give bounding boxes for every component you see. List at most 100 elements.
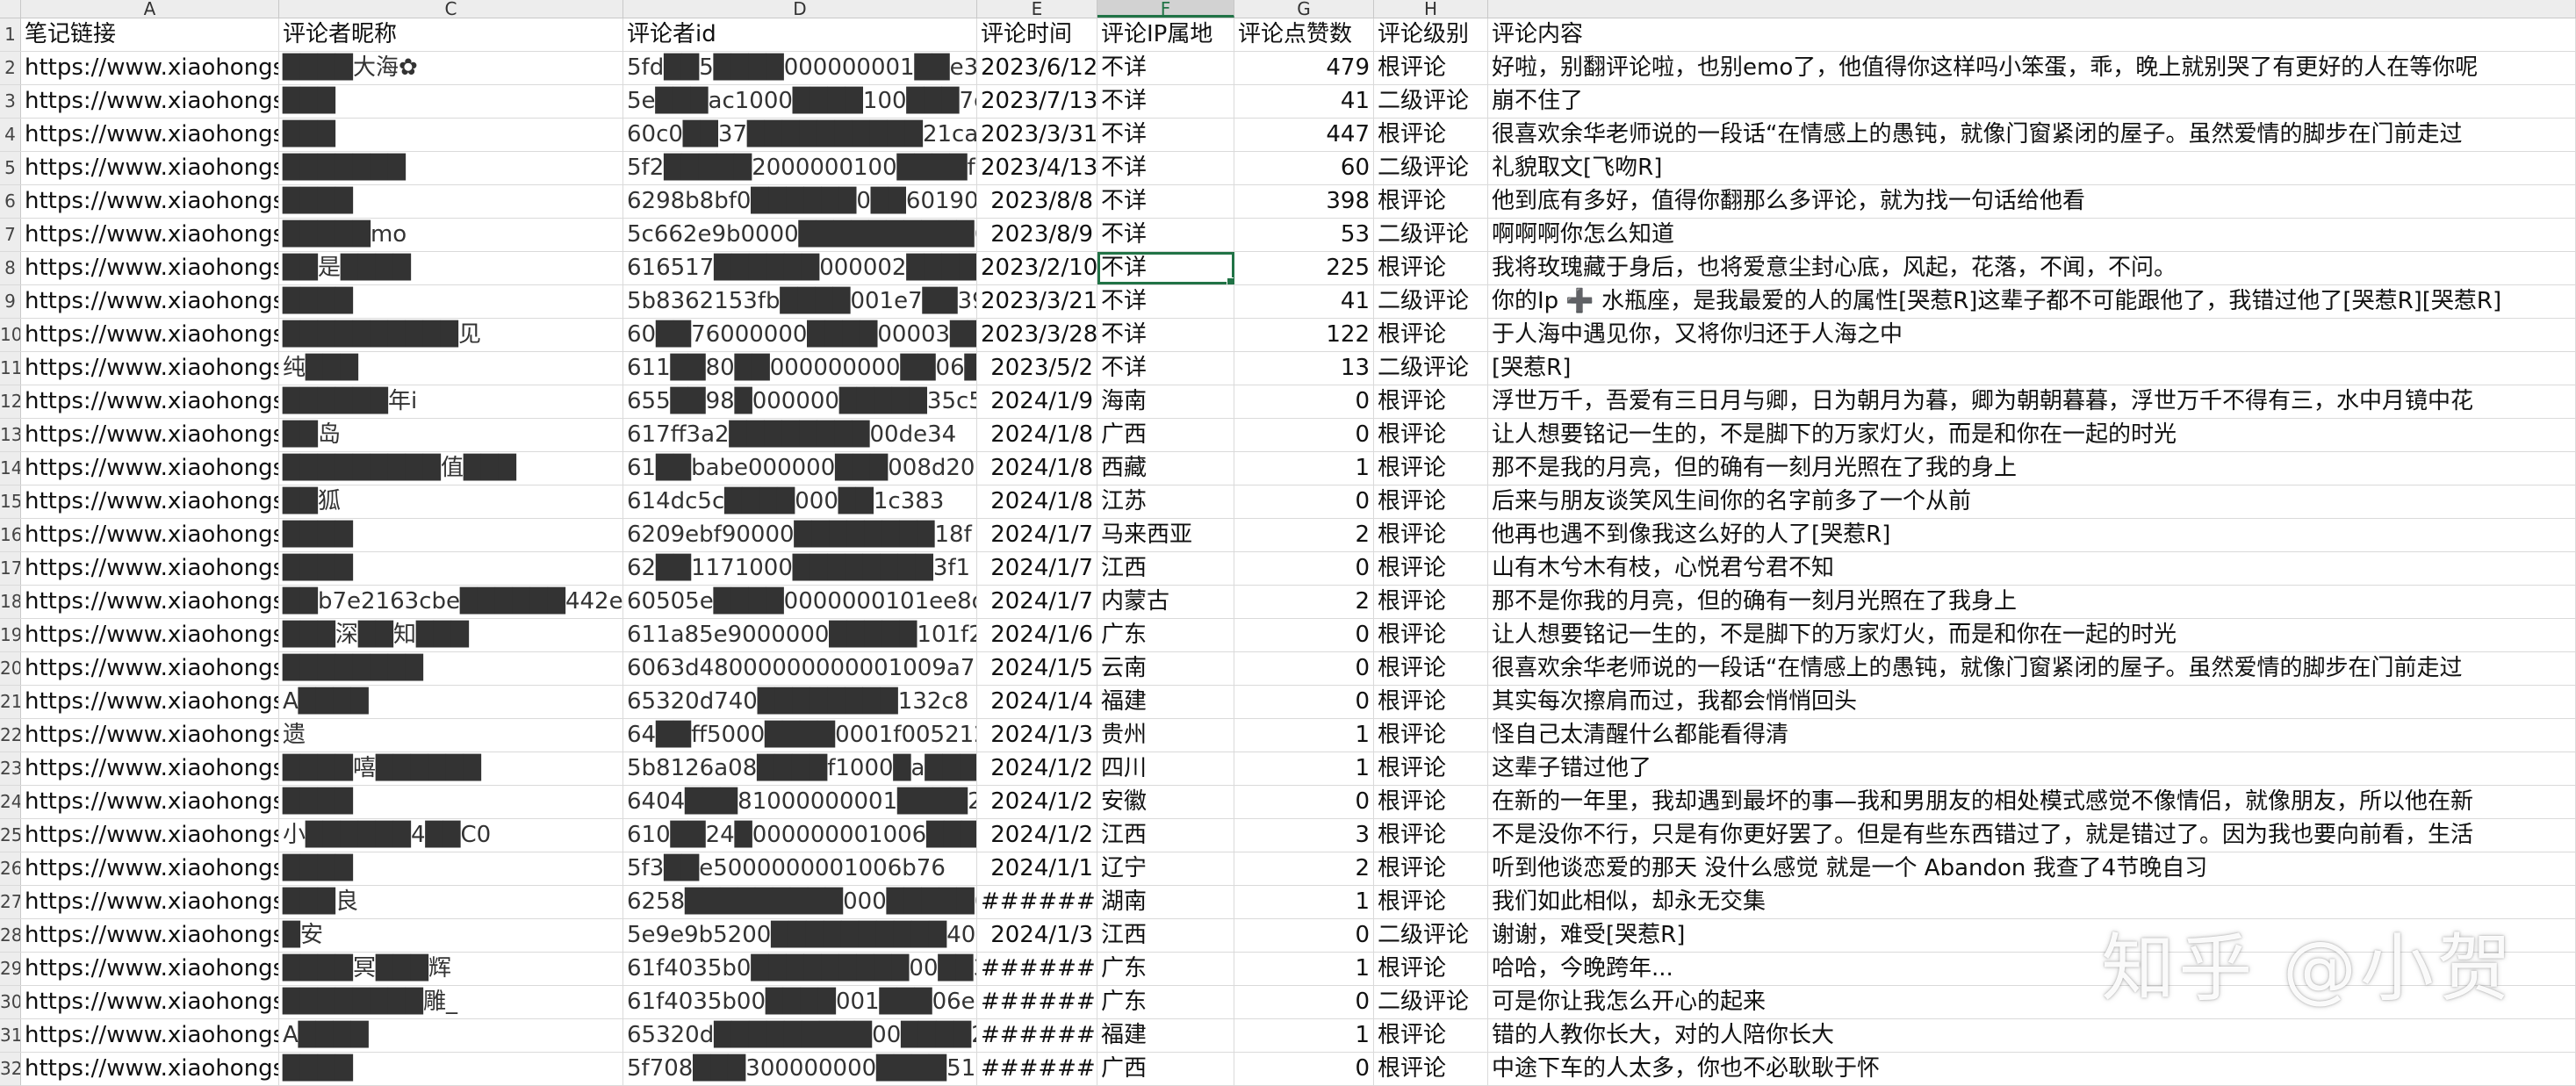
comment-time-cell[interactable]: ####### <box>977 953 1097 985</box>
nickname-cell[interactable]: █安 <box>279 919 623 952</box>
comment-level-cell[interactable]: 根评论 <box>1374 119 1488 151</box>
nickname-cell[interactable]: ██岛 <box>279 419 623 451</box>
row-number[interactable]: 14 <box>0 452 21 485</box>
comment-level-cell[interactable]: 根评论 <box>1374 686 1488 718</box>
link-cell[interactable]: https://www.xiaohongs <box>21 419 279 451</box>
link-cell[interactable]: https://www.xiaohongs <box>21 686 279 718</box>
comment-content-cell[interactable]: 不是没你不行，只是有你更好罢了。但是有些东西错过了，就是错过了。因为我也要向前看… <box>1488 819 2576 852</box>
ip-location-cell[interactable]: 江西 <box>1097 819 1234 852</box>
comment-content-cell[interactable]: 很喜欢余华老师说的一段话“在情感上的愚钝，就像门窗紧闭的屋子。虽然爱情的脚步在门… <box>1488 119 2576 151</box>
ip-location-cell[interactable]: 广西 <box>1097 1053 1234 1085</box>
row-number[interactable]: 9 <box>0 285 21 318</box>
comment-level-cell[interactable]: 根评论 <box>1374 419 1488 451</box>
row-number[interactable]: 13 <box>0 419 21 451</box>
comment-time-cell[interactable]: 2024/1/8 <box>977 452 1097 485</box>
link-cell[interactable]: https://www.xiaohongs <box>21 619 279 651</box>
ip-location-cell[interactable]: 海南 <box>1097 385 1234 418</box>
nickname-cell[interactable]: ██████████见 <box>279 319 623 351</box>
like-count-cell[interactable]: 1 <box>1234 719 1374 752</box>
comment-time-cell[interactable]: 2024/1/8 <box>977 485 1097 518</box>
nickname-cell[interactable]: █████████值███ <box>279 452 623 485</box>
like-count-cell[interactable]: 447 <box>1234 119 1374 151</box>
nickname-cell[interactable]: ███ <box>279 85 623 118</box>
comment-level-cell[interactable]: 根评论 <box>1374 786 1488 818</box>
comment-content-cell[interactable]: 很喜欢余华老师说的一段话“在情感上的愚钝，就像门窗紧闭的屋子。虽然爱情的脚步在门… <box>1488 652 2576 685</box>
like-count-cell[interactable]: 1 <box>1234 452 1374 485</box>
comment-level-cell[interactable]: 根评论 <box>1374 185 1488 218</box>
column-header-a[interactable]: A <box>21 0 279 18</box>
row-number[interactable]: 32 <box>0 1053 21 1085</box>
ip-location-cell[interactable]: 广西 <box>1097 419 1234 451</box>
comment-content-cell[interactable]: 这辈子错过他了 <box>1488 752 2576 785</box>
commenter-id-cell[interactable]: 5e9e9b5200██████████4042 <box>623 919 977 952</box>
comment-content-cell[interactable]: 后来与朋友谈笑风生间你的名字前多了一个从前 <box>1488 485 2576 518</box>
link-cell[interactable]: https://www.xiaohongs <box>21 285 279 318</box>
comment-level-cell[interactable]: 根评论 <box>1374 1019 1488 1052</box>
header-cell[interactable]: 评论者id <box>623 18 977 51</box>
ip-location-cell[interactable]: 不详 <box>1097 219 1234 251</box>
comment-level-cell[interactable]: 根评论 <box>1374 552 1488 585</box>
like-count-cell[interactable]: 53 <box>1234 219 1374 251</box>
comment-content-cell[interactable]: 其实每次擦肩而过，我都会悄悄回头 <box>1488 686 2576 718</box>
link-cell[interactable]: https://www.xiaohongs <box>21 152 279 184</box>
comment-content-cell[interactable]: 啊啊啊你怎么知道 <box>1488 219 2576 251</box>
header-cell[interactable]: 评论级别 <box>1374 18 1488 51</box>
comment-content-cell[interactable]: 在新的一年里，我却遇到最坏的事—我和男朋友的相处模式感觉不像情侣，就像朋友，所以… <box>1488 786 2576 818</box>
comment-level-cell[interactable]: 根评论 <box>1374 719 1488 752</box>
comment-content-cell[interactable]: 他再也遇不到像我这么好的人了[哭惹R] <box>1488 519 2576 551</box>
nickname-cell[interactable]: ████嘻██████ <box>279 752 623 785</box>
comment-time-cell[interactable]: 2024/1/2 <box>977 786 1097 818</box>
nickname-cell[interactable]: ████ <box>279 519 623 551</box>
ip-location-cell[interactable]: 江西 <box>1097 919 1234 952</box>
commenter-id-cell[interactable]: 65320d█████████00████22c8 <box>623 1019 977 1052</box>
like-count-cell[interactable]: 1 <box>1234 752 1374 785</box>
comment-content-cell[interactable]: 那不是我的月亮，但的确有一刻月光照在了我的身上 <box>1488 452 2576 485</box>
comment-level-cell[interactable]: 二级评论 <box>1374 152 1488 184</box>
link-cell[interactable]: https://www.xiaohongs <box>21 652 279 685</box>
commenter-id-cell[interactable]: 5f708███300000000████51 <box>623 1053 977 1085</box>
header-cell[interactable]: 评论点赞数 <box>1234 18 1374 51</box>
comment-time-cell[interactable]: ####### <box>977 1053 1097 1085</box>
comment-level-cell[interactable]: 根评论 <box>1374 619 1488 651</box>
column-header-i[interactable] <box>1488 0 2576 18</box>
comment-time-cell[interactable]: 2023/5/2 <box>977 352 1097 385</box>
nickname-cell[interactable]: ████████ <box>279 652 623 685</box>
comment-time-cell[interactable]: 2023/3/21 <box>977 285 1097 318</box>
header-cell[interactable]: 评论时间 <box>977 18 1097 51</box>
comment-time-cell[interactable]: ####### <box>977 886 1097 918</box>
comment-content-cell[interactable]: 礼貌取文[飞吻R] <box>1488 152 2576 184</box>
comment-content-cell[interactable]: 我将玫瑰藏于身后，也将爱意尘封心底，风起，花落，不闻，不问。 <box>1488 252 2576 284</box>
nickname-cell[interactable]: ████ <box>279 1053 623 1085</box>
column-header-f[interactable]: F <box>1097 0 1234 18</box>
comment-content-cell[interactable]: 听到他谈恋爱的那天 没什么感觉 就是一个 Abandon 我查了4节晚自习 <box>1488 852 2576 885</box>
like-count-cell[interactable]: 0 <box>1234 385 1374 418</box>
ip-location-cell[interactable]: 不详 <box>1097 185 1234 218</box>
nickname-cell[interactable]: ████████雕_ <box>279 986 623 1018</box>
link-cell[interactable]: https://www.xiaohongs <box>21 119 279 151</box>
nickname-cell[interactable]: █████mo <box>279 219 623 251</box>
commenter-id-cell[interactable]: 611a85e9000000█████101f26d <box>623 619 977 651</box>
like-count-cell[interactable]: 0 <box>1234 419 1374 451</box>
commenter-id-cell[interactable]: 5fd██5████000000001██e359 <box>623 52 977 84</box>
comment-content-cell[interactable]: 崩不住了 <box>1488 85 2576 118</box>
link-cell[interactable]: https://www.xiaohongs <box>21 252 279 284</box>
like-count-cell[interactable]: 398 <box>1234 185 1374 218</box>
comment-time-cell[interactable]: 2024/1/3 <box>977 919 1097 952</box>
nickname-cell[interactable]: ████ <box>279 185 623 218</box>
link-cell[interactable]: https://www.xiaohongs <box>21 752 279 785</box>
row-number[interactable]: 2 <box>0 52 21 84</box>
comment-time-cell[interactable]: 2023/4/13 <box>977 152 1097 184</box>
commenter-id-cell[interactable]: 62██1171000████████3f1 <box>623 552 977 585</box>
like-count-cell[interactable]: 0 <box>1234 786 1374 818</box>
ip-location-cell[interactable]: 广东 <box>1097 986 1234 1018</box>
like-count-cell[interactable]: 13 <box>1234 352 1374 385</box>
row-number[interactable]: 20 <box>0 652 21 685</box>
ip-location-cell[interactable]: 广东 <box>1097 953 1234 985</box>
comment-content-cell[interactable]: 那不是你我的月亮，但的确有一刻月光照在了我身上 <box>1488 586 2576 618</box>
like-count-cell[interactable]: 0 <box>1234 1053 1374 1085</box>
ip-location-cell[interactable]: 云南 <box>1097 652 1234 685</box>
like-count-cell[interactable]: 1 <box>1234 953 1374 985</box>
row-number[interactable]: 31 <box>0 1019 21 1052</box>
ip-location-cell[interactable]: 不详 <box>1097 52 1234 84</box>
comment-time-cell[interactable]: ####### <box>977 1019 1097 1052</box>
